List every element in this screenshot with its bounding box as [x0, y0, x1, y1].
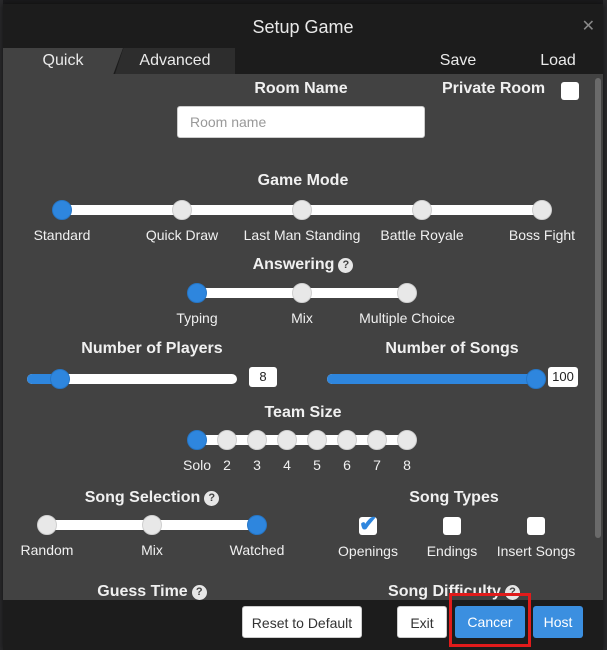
players-value-box[interactable]: 8: [249, 367, 277, 387]
modal-header: Setup Game ✕: [3, 4, 603, 48]
song-selection-label: Song Selection?: [3, 489, 301, 507]
tab-quick[interactable]: Quick: [3, 48, 123, 74]
game-mode-option: Boss Fight: [508, 227, 576, 243]
game-mode-knob-boss-fight[interactable]: [532, 200, 552, 220]
tab-advanced[interactable]: Advanced: [115, 48, 235, 74]
question-circle-icon[interactable]: ?: [191, 585, 207, 600]
song-types-label: Song Types: [409, 489, 499, 506]
answering-label-text: Answering: [252, 256, 335, 273]
answering-knob-typing[interactable]: [187, 283, 207, 303]
team-size-option: 6: [343, 457, 351, 473]
song-selection-option: Mix: [141, 542, 163, 558]
songs-value-box[interactable]: 100: [548, 367, 578, 387]
room-name-label: Room Name: [254, 80, 348, 97]
question-circle-icon[interactable]: ?: [338, 258, 354, 273]
song-selection-knob-random[interactable]: [37, 515, 57, 535]
room-name-input[interactable]: [177, 106, 425, 138]
host-button[interactable]: Host: [533, 606, 583, 638]
setup-game-modal: Setup Game ✕ Advanced Quick Save Load Ro…: [3, 4, 603, 650]
openings-label: Openings: [338, 543, 398, 559]
game-mode-option: Quick Draw: [145, 227, 219, 243]
checkmark-icon: ✔: [359, 511, 378, 536]
number-of-songs-label: Number of Songs: [385, 340, 519, 357]
scrollbar[interactable]: [595, 78, 601, 538]
background-panel: [603, 0, 607, 650]
tab-save[interactable]: Save: [423, 48, 493, 74]
insert-songs-checkbox[interactable]: [527, 517, 545, 535]
cancel-highlight-box: [449, 593, 531, 647]
endings-checkbox[interactable]: [443, 517, 461, 535]
answering-label: Answering?: [3, 256, 603, 274]
team-size-knob-4[interactable]: [277, 430, 297, 450]
game-mode-knob-standard[interactable]: [52, 200, 72, 220]
players-slider-knob[interactable]: [50, 369, 70, 389]
openings-checkbox[interactable]: ✔: [359, 511, 377, 536]
songs-slider-fill: [327, 374, 539, 384]
game-mode-knob-last-man-standing[interactable]: [292, 200, 312, 220]
game-mode-knob-quick-draw[interactable]: [172, 200, 192, 220]
private-room-checkbox[interactable]: [561, 82, 579, 100]
game-mode-knob-battle-royale[interactable]: [412, 200, 432, 220]
team-size-option: Solo: [182, 457, 212, 473]
team-size-knob-6[interactable]: [337, 430, 357, 450]
insert-songs-label: Insert Songs: [496, 543, 576, 559]
team-size-option: 5: [313, 457, 321, 473]
modal-title: Setup Game: [252, 17, 354, 37]
tab-load[interactable]: Load: [523, 48, 593, 74]
song-selection-option: Watched: [229, 542, 285, 558]
reset-to-default-button[interactable]: Reset to Default: [242, 606, 362, 638]
private-room-label: Private Room: [442, 80, 546, 97]
team-size-option: 2: [223, 457, 231, 473]
tab-bar: Advanced Quick Save Load: [3, 48, 603, 74]
game-mode-option: Battle Royale: [380, 227, 464, 243]
team-size-label: Team Size: [264, 404, 342, 421]
team-size-option: 4: [283, 457, 291, 473]
question-circle-icon[interactable]: ?: [204, 491, 220, 506]
team-size-knob-2[interactable]: [217, 430, 237, 450]
answering-knob-multiple-choice[interactable]: [397, 283, 417, 303]
team-size-knob-8[interactable]: [397, 430, 417, 450]
song-selection-knob-mix[interactable]: [142, 515, 162, 535]
team-size-knob-solo[interactable]: [187, 430, 207, 450]
team-size-knob-5[interactable]: [307, 430, 327, 450]
exit-button[interactable]: Exit: [397, 606, 447, 638]
answering-option: Mix: [291, 310, 313, 326]
song-selection-label-text: Song Selection: [84, 489, 201, 506]
answering-option: Typing: [176, 310, 218, 326]
answering-knob-mix[interactable]: [292, 283, 312, 303]
game-mode-label: Game Mode: [257, 172, 349, 189]
answering-option: Multiple Choice: [359, 310, 455, 326]
team-size-knob-7[interactable]: [367, 430, 387, 450]
number-of-players-label: Number of Players: [81, 340, 223, 357]
team-size-knob-3[interactable]: [247, 430, 267, 450]
team-size-option: 3: [253, 457, 261, 473]
endings-label: Endings: [426, 543, 478, 559]
game-mode-option: Last Man Standing: [243, 227, 361, 243]
songs-slider-knob[interactable]: [526, 369, 546, 389]
settings-content: Room Name Private Room Game Mode Standar…: [3, 74, 603, 600]
close-icon[interactable]: ✕: [582, 16, 595, 36]
team-size-option: 7: [373, 457, 381, 473]
game-mode-option: Standard: [33, 227, 91, 243]
guess-time-label-text: Guess Time: [97, 583, 188, 600]
guess-time-label: Guess Time?: [3, 583, 301, 600]
song-selection-option: Random: [20, 542, 74, 558]
song-selection-knob-watched[interactable]: [247, 515, 267, 535]
team-size-option: 8: [403, 457, 411, 473]
